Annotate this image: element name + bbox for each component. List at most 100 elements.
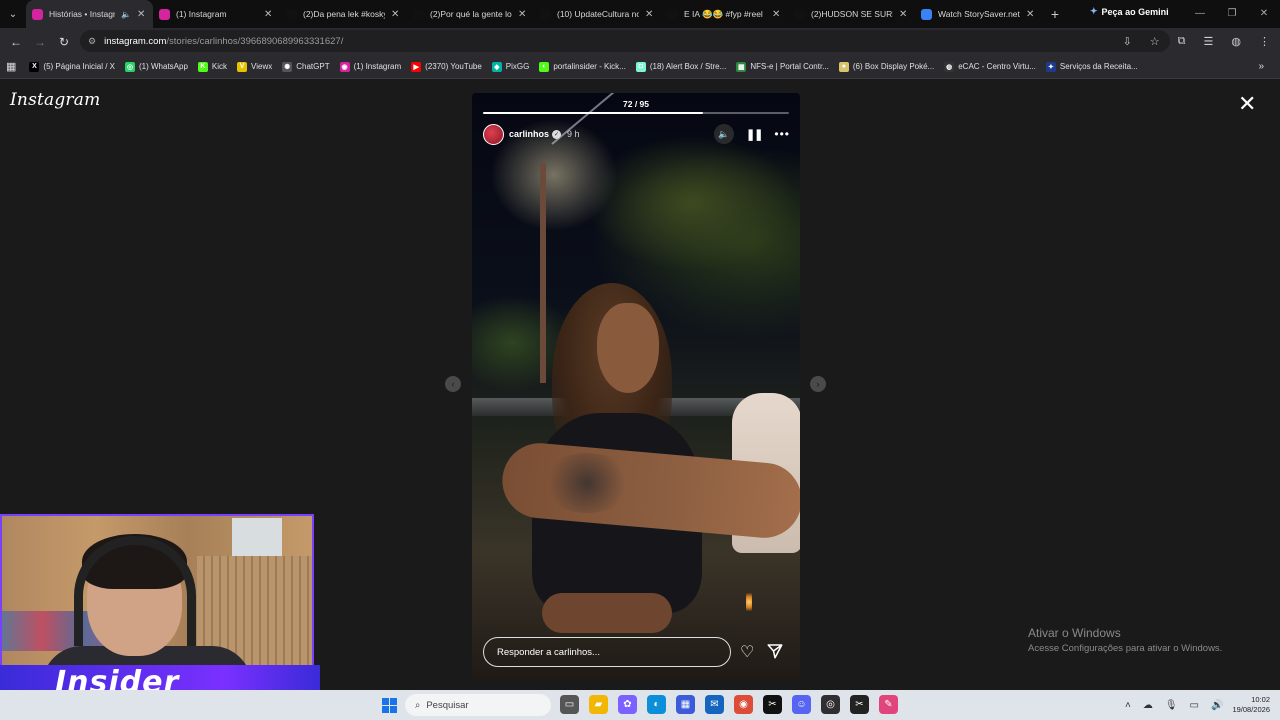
bookmark-item[interactable]: ◍ eCAC - Centro Virtu... <box>939 55 1041 79</box>
bookmark-label: (5) Página Inicial / X <box>43 62 115 71</box>
x-icon: X <box>29 61 40 72</box>
browser-tab-bar: ⌄ Histórias • Instagra 🔈 ✕ (1) Instagram ✕ (2… <box>0 0 1280 28</box>
gemini-button[interactable]: ✦ Peça ao Gemini <box>1090 6 1169 17</box>
pause-icon[interactable]: ❚❚ <box>746 128 763 141</box>
network-icon[interactable]: ▭ <box>1190 700 1199 711</box>
close-window-button[interactable]: ✕ <box>1248 0 1280 28</box>
tab-label: (2)Da pena lek #kosky <box>303 9 385 19</box>
bookmark-item[interactable]: ▶ (2370) YouTube <box>406 55 487 79</box>
site-info-icon[interactable]: ⚙ <box>88 36 96 47</box>
user-avatar[interactable] <box>483 123 504 145</box>
tab-close-icon[interactable]: ✕ <box>264 9 274 20</box>
tab-close-icon[interactable]: ✕ <box>137 9 147 20</box>
start-tile <box>390 698 397 705</box>
capcut-icon[interactable]: ✂ <box>850 695 869 714</box>
browser-tab[interactable]: Histórias • Instagra 🔈 ✕ <box>26 0 153 28</box>
microphone-icon[interactable]: 🎙 <box>1165 700 1178 711</box>
browser-tab[interactable]: (10) UpdateCultura no ✕ <box>534 0 661 28</box>
maximize-button[interactable]: ❐ <box>1216 0 1248 28</box>
sound-toggle-icon[interactable]: 🔈 <box>713 124 734 144</box>
tray-overflow-icon[interactable]: ˄ <box>1125 700 1131 711</box>
bookmark-item[interactable]: V Viewx <box>232 55 277 79</box>
tab-search-button[interactable]: ⌄ <box>0 0 26 28</box>
taskbar-search[interactable]: ⌕ Pesquisar <box>405 694 551 716</box>
bookmark-label: portalinsider - Kick... <box>553 62 626 71</box>
bookmark-item[interactable]: ● (6) Box Display Poké... <box>834 55 939 79</box>
webcam-overlay <box>0 514 314 690</box>
tiktok-icon <box>794 8 805 20</box>
like-heart-icon[interactable]: ♡ <box>740 642 754 662</box>
start-button[interactable] <box>382 698 397 713</box>
bookmark-item[interactable]: ▦ NFS-e | Portal Contr... <box>731 55 834 79</box>
candle-light <box>746 593 752 611</box>
subject-face <box>597 303 659 393</box>
new-tab-button[interactable]: + <box>1042 6 1068 22</box>
browser-tab[interactable]: (2)Por qué la gente lo ✕ <box>407 0 534 28</box>
outlook-icon[interactable]: ✉ <box>705 695 724 714</box>
back-button[interactable]: ← <box>4 35 28 49</box>
headphones <box>74 536 196 646</box>
install-app-icon[interactable]: ⇩ <box>1123 35 1132 48</box>
bookmark-star-icon[interactable]: ☆ <box>1150 35 1160 48</box>
previous-story-button[interactable]: ‹ <box>445 376 461 392</box>
bookmark-item[interactable]: ◎ (1) WhatsApp <box>120 55 193 79</box>
clock-date: 19/08/2026 <box>1232 705 1270 714</box>
bookmark-item[interactable]: X (5) Página Inicial / X <box>24 55 120 79</box>
clock-time: 10:02 <box>1251 695 1270 704</box>
browser-tab[interactable]: (1) Instagram ✕ <box>153 0 280 28</box>
close-stories-button[interactable]: ✕ <box>1238 93 1256 115</box>
store-icon[interactable]: ▦ <box>676 695 695 714</box>
capcut-icon[interactable]: ✂ <box>763 695 782 714</box>
bookmark-label: PixGG <box>505 62 530 71</box>
bookmark-item[interactable]: K Kick <box>193 55 232 79</box>
menu-kebab-icon[interactable]: ⋮ <box>1259 35 1270 48</box>
bookmark-item[interactable]: ◘ (18) Alert Box / Stre... <box>631 55 731 79</box>
tab-audio-icon[interactable]: 🔈 <box>121 10 131 19</box>
minimize-button[interactable]: — <box>1184 0 1216 28</box>
task-view-icon[interactable]: ▭ <box>560 695 579 714</box>
reload-button[interactable]: ↻ <box>52 35 76 49</box>
next-story-button[interactable]: › <box>810 376 826 392</box>
cloud-icon[interactable]: ☁ <box>1143 700 1153 711</box>
share-send-icon[interactable] <box>766 642 784 660</box>
browser-tab[interactable]: E IA 😂😂 #fyp #reel ✕ <box>661 0 788 28</box>
bookmark-item[interactable]: ◐ portalinsider - Kick... <box>534 55 630 79</box>
volume-icon[interactable]: 🔊 <box>1211 700 1223 711</box>
tab-close-icon[interactable]: ✕ <box>1026 9 1036 20</box>
more-options-icon[interactable]: ••• <box>774 127 790 141</box>
extensions-icon[interactable]: ⧉ <box>1178 35 1186 48</box>
browser-tab[interactable]: Watch StorySaver.net ✕ <box>915 0 1042 28</box>
tab-close-icon[interactable]: ✕ <box>772 9 782 20</box>
chrome-icon[interactable]: ◉ <box>734 695 753 714</box>
tiktok-icon <box>286 8 297 20</box>
file-explorer-icon[interactable]: ▰ <box>589 695 608 714</box>
instagram-logo[interactable]: Instagram <box>10 90 100 110</box>
taskbar-clock[interactable]: 10:02 19/08/2026 <box>1228 695 1270 715</box>
apps-grid-icon[interactable]: ▦ <box>6 60 16 73</box>
reply-input[interactable]: Responder a carlinhos... <box>483 637 731 667</box>
streamlabs-icon: ◘ <box>635 61 646 72</box>
browser-tab[interactable]: (2)Da pena lek #kosky ✕ <box>280 0 407 28</box>
story-username[interactable]: carlinhos <box>509 129 549 139</box>
discord-icon[interactable]: ☺ <box>792 695 811 714</box>
edge-icon[interactable]: ◐ <box>647 695 666 714</box>
url-field[interactable]: ⚙ instagram.com /stories/carlinhos/39668… <box>80 30 1170 52</box>
bookmark-item[interactable]: ◆ PixGG <box>487 55 535 79</box>
bookmark-item[interactable]: ✦ Serviços da Receita... <box>1041 55 1143 79</box>
tab-close-icon[interactable]: ✕ <box>645 9 655 20</box>
more-bookmarks-icon[interactable]: » <box>1258 61 1264 72</box>
tab-close-icon[interactable]: ✕ <box>518 9 528 20</box>
tab-close-icon[interactable]: ✕ <box>391 9 401 20</box>
tab-close-icon[interactable]: ✕ <box>899 9 909 20</box>
media-control-icon[interactable]: ☰ <box>1204 35 1214 48</box>
bookmark-item[interactable]: ✺ ChatGPT <box>277 55 334 79</box>
profile-avatar[interactable]: ◍ <box>1231 35 1241 48</box>
browser-tab[interactable]: (2)HUDSON SE SURP ✕ <box>788 0 915 28</box>
story-viewer[interactable]: 72 / 95 carlinhos ✓ 9 h 🔈 ❚❚ ••• Respond… <box>472 93 800 681</box>
copilot-icon[interactable]: ✿ <box>618 695 637 714</box>
snipping-tool-icon[interactable]: ✎ <box>879 695 898 714</box>
bookmark-item[interactable]: ◉ (1) Instagram <box>335 55 407 79</box>
forward-button[interactable]: → <box>28 35 52 49</box>
windows-taskbar: ⌕ Pesquisar ▭ ▰ ✿ ◐ ▦ ✉ ◉ ✂ ☺ ◎ ✂ ✎ ˄ ☁ 🎙 ▭ 🔊 10:02… <box>0 690 1280 720</box>
obs-icon[interactable]: ◎ <box>821 695 840 714</box>
